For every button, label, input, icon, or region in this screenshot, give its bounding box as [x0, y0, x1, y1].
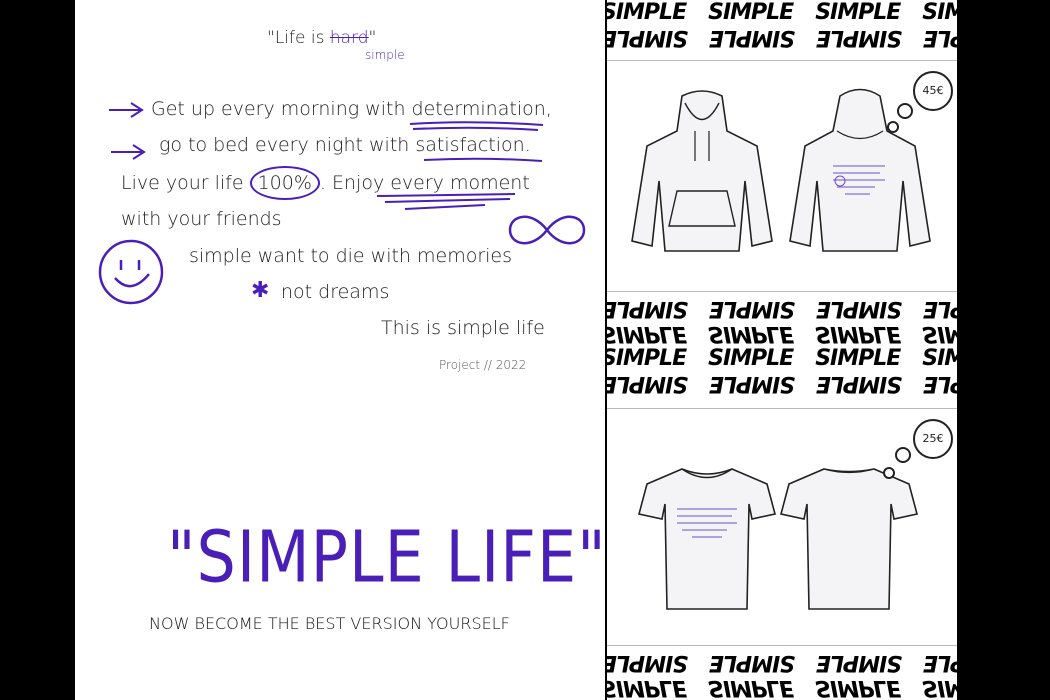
poem-line-1: Get up every morning with determination, — [151, 98, 552, 120]
banner-word: SIMPLE — [607, 0, 687, 25]
highlight-100: 100% — [249, 166, 320, 200]
tshirt-back-image — [780, 468, 918, 610]
tshirt-product[interactable]: 25€ — [607, 408, 957, 646]
simple-banner-bottom: SIMPLESIMPLESIMPLESIMPLE SIMPLESIMPLESIM… — [607, 650, 957, 700]
struck-word: hard — [329, 28, 369, 48]
thought-bubble — [897, 103, 913, 119]
banner-word: SIMPLE — [607, 371, 689, 396]
banner-word: SIMPLE — [607, 296, 689, 321]
banner-word: SIMPLE — [924, 25, 957, 50]
heading-close-quote: " — [368, 28, 377, 48]
underline-determination — [409, 121, 544, 131]
banner-word: SIMPLE — [708, 0, 794, 25]
banner-word: SIMPLE — [607, 650, 689, 675]
poem-line-7: This is simple life — [381, 317, 545, 339]
headline-subtitle: NOW BECOME THE BEST VERSION YOURSELF — [149, 614, 510, 633]
correction-word: simple — [365, 48, 405, 62]
poem-line-4: with your friends — [121, 208, 282, 230]
banner-word: SIMPLE — [708, 675, 794, 700]
poem-line-2: go to bed every night with satisfaction. — [159, 134, 531, 156]
simple-banner-middle: SIMPLESIMPLESIMPLESIMPLE SIMPLESIMPLESIM… — [607, 296, 957, 402]
smiley-icon — [98, 239, 164, 305]
banner-word: SIMPLE — [817, 371, 903, 396]
thought-bubble — [883, 467, 895, 479]
banner-word: SIMPLE — [607, 25, 689, 50]
scribble-underline — [376, 193, 516, 210]
banner-word: SIMPLE — [817, 25, 903, 50]
signature: Project // 2022 — [439, 358, 527, 372]
hoodie-back-image — [789, 88, 931, 252]
thought-bubble — [887, 121, 899, 133]
price-badge: 45€ — [913, 71, 953, 111]
banner-word: SIMPLE — [922, 675, 957, 700]
hoodie-front-image — [631, 90, 773, 252]
banner-word: SIMPLE — [815, 346, 901, 371]
poem-line-5: simple want to die with memories — [189, 245, 513, 267]
underline-satisfaction — [423, 157, 543, 162]
poem-panel: "Life is hard" simple Get up every morni… — [75, 0, 605, 700]
banner-word: SIMPLE — [708, 346, 794, 371]
banner-word: SIMPLE — [710, 371, 796, 396]
banner-word: SIMPLE — [924, 650, 957, 675]
banner-word: SIMPLE — [607, 346, 687, 371]
banner-word: SIMPLE — [710, 650, 796, 675]
banner-word: SIMPLE — [924, 371, 957, 396]
banner-word: SIMPLE — [815, 675, 901, 700]
infinity-icon — [508, 215, 586, 245]
banner-word: SIMPLE — [922, 0, 957, 25]
banner-word: SIMPLE — [710, 296, 796, 321]
arrow-icon — [109, 102, 144, 118]
product-panel: SIMPLESIMPLESIMPLESIMPLE SIMPLESIMPLESIM… — [607, 0, 957, 700]
banner-word: SIMPLE — [607, 675, 687, 700]
poem-line-6: not dreams — [281, 281, 390, 303]
banner-word: SIMPLE — [922, 346, 957, 371]
asterisk-icon: ✱ — [251, 278, 270, 303]
banner-word: SIMPLE — [817, 296, 903, 321]
banner-word: SIMPLE — [607, 321, 687, 346]
price-badge: 25€ — [913, 419, 953, 459]
hoodie-product[interactable]: 45€ — [607, 60, 957, 292]
banner-word: SIMPLE — [817, 650, 903, 675]
poem-heading: "Life is hard" — [267, 28, 376, 48]
poem-line-3: Live your life 100%. Enjoy every moment — [121, 166, 530, 200]
banner-word: SIMPLE — [924, 296, 957, 321]
banner-word: SIMPLE — [710, 25, 796, 50]
line3-start: Live your life — [121, 172, 244, 194]
line3-end: . Enjoy every moment — [319, 172, 530, 194]
thought-bubble — [895, 447, 911, 463]
banner-word: SIMPLE — [922, 321, 957, 346]
headline-title: "SIMPLE LIFE" — [167, 515, 605, 599]
simple-banner-top: SIMPLESIMPLESIMPLESIMPLE SIMPLESIMPLESIM… — [607, 0, 957, 56]
banner-word: SIMPLE — [815, 321, 901, 346]
banner-word: SIMPLE — [708, 321, 794, 346]
arrow-icon — [111, 144, 146, 160]
tshirt-front-image — [638, 468, 776, 610]
heading-text: "Life is — [267, 28, 330, 48]
banner-word: SIMPLE — [815, 0, 901, 25]
